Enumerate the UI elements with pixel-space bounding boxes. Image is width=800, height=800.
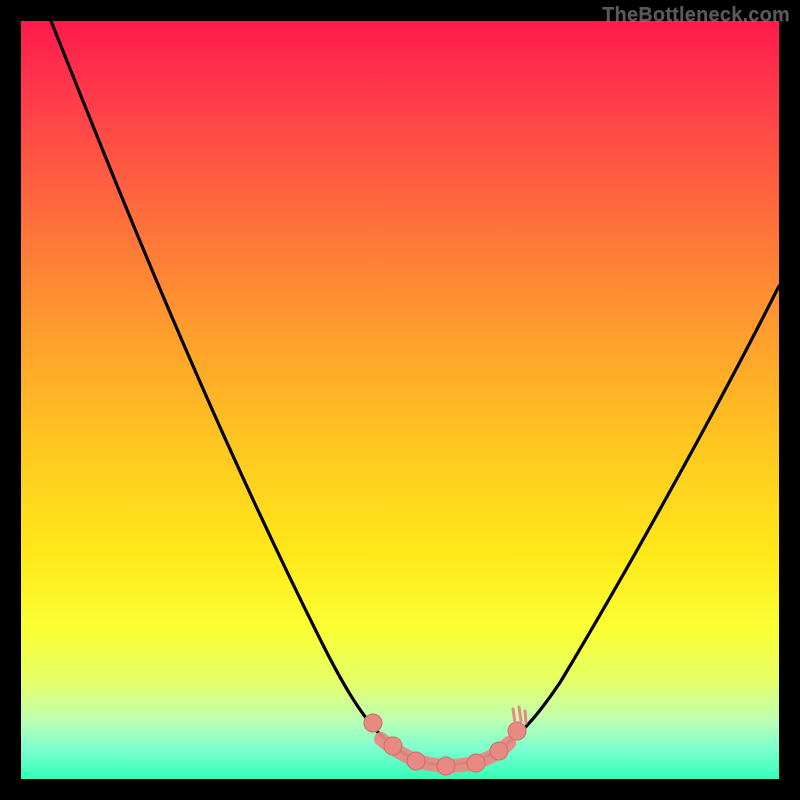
curve-path	[51, 21, 779, 765]
marker-group	[364, 714, 526, 775]
scatter-point	[407, 752, 425, 770]
scatter-point	[467, 754, 485, 772]
chart-plot-area	[21, 21, 779, 779]
trough-highlight	[381, 739, 509, 766]
scatter-point	[384, 737, 402, 755]
bottleneck-curve	[21, 21, 779, 779]
scatter-point	[508, 722, 526, 740]
scatter-point	[364, 714, 382, 732]
watermark-text: TheBottleneck.com	[602, 4, 790, 27]
noise-ticks	[513, 707, 526, 723]
scatter-point	[437, 757, 455, 775]
scatter-point	[490, 742, 508, 760]
